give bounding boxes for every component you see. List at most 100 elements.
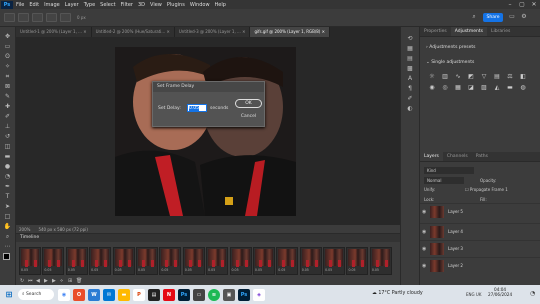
- single-adjustments-header[interactable]: ⌄ Single adjustments: [420, 60, 540, 73]
- menu-image[interactable]: Image: [44, 2, 60, 8]
- document-canvas[interactable]: [115, 47, 296, 216]
- prev-frame-icon[interactable]: ◀: [36, 278, 42, 284]
- timeline-frame[interactable]: 0.05: [135, 247, 158, 275]
- styles-icon[interactable]: ◐: [405, 105, 415, 112]
- frame-delay[interactable]: 0.05: [278, 268, 285, 272]
- gradient-map-icon[interactable]: ▬: [506, 84, 514, 91]
- play-icon[interactable]: ▶: [44, 278, 50, 284]
- spotify-icon[interactable]: ≋: [208, 288, 220, 301]
- weather-widget[interactable]: ☁ 17°C Partly cloudy: [372, 291, 423, 296]
- tab-layers[interactable]: Layers: [420, 152, 443, 161]
- stamp-tool-icon[interactable]: ⊥: [3, 123, 13, 130]
- menu-view[interactable]: View: [150, 2, 162, 8]
- eyedropper-tool-icon[interactable]: ✎: [3, 93, 13, 100]
- more-tools-icon[interactable]: ⋯: [3, 243, 13, 250]
- pen-tool-icon[interactable]: ✒: [3, 183, 13, 190]
- duplicate-frame-icon[interactable]: ⊞: [68, 278, 74, 284]
- character-icon[interactable]: A: [405, 75, 415, 82]
- timeline-frame[interactable]: 0.05: [89, 247, 112, 275]
- vibrance-icon[interactable]: ▽: [480, 73, 488, 80]
- frame-delay[interactable]: 0.05: [348, 268, 355, 272]
- exposure-icon[interactable]: ◩: [467, 73, 475, 80]
- layer-row[interactable]: ◉ Layer 5: [420, 203, 540, 219]
- cancel-button[interactable]: Cancel: [235, 112, 262, 121]
- timeline-frame[interactable]: 0.05: [346, 247, 369, 275]
- frame-delay[interactable]: 0.05: [185, 268, 192, 272]
- frame-delay[interactable]: 0.05: [44, 268, 51, 272]
- search-icon[interactable]: ⌕: [470, 13, 478, 22]
- tab-untitled-1[interactable]: Untitled-1 @ 200% (Layer 1, ... ✕: [16, 27, 92, 37]
- layer-row[interactable]: ◉ Layer 3: [420, 240, 540, 256]
- timeline-frame[interactable]: 0.05: [42, 247, 65, 275]
- ok-button[interactable]: OK: [235, 99, 262, 108]
- menu-3d[interactable]: 3D: [138, 2, 145, 8]
- notification-icon[interactable]: ◔: [530, 290, 535, 297]
- timeline-frame[interactable]: 0.05: [229, 247, 252, 275]
- workspace-icon[interactable]: ▭: [508, 13, 516, 22]
- gradient-tool-icon[interactable]: ▬: [3, 153, 13, 160]
- curves-icon[interactable]: ∿: [454, 73, 462, 80]
- dodge-tool-icon[interactable]: ◔: [3, 173, 13, 180]
- brush-tool-icon[interactable]: ✐: [3, 113, 13, 120]
- threshold-icon[interactable]: ◭: [493, 84, 501, 91]
- brushes-icon[interactable]: ✐: [405, 95, 415, 102]
- zoom-level[interactable]: 200%: [19, 227, 30, 232]
- layer-row[interactable]: ◉ Layer 2: [420, 257, 540, 273]
- tab-adjustments[interactable]: Adjustments: [450, 27, 487, 36]
- visibility-icon[interactable]: ◉: [422, 263, 430, 269]
- photo-filter-icon[interactable]: ◉: [428, 84, 436, 91]
- tab-untitled-3[interactable]: Untitled-3 @ 200% (Layer 1, ... ✕: [174, 27, 251, 37]
- tab-channels[interactable]: Channels: [443, 152, 472, 161]
- hand-tool-icon[interactable]: ✋: [3, 223, 13, 230]
- photoshop-taskbar-icon[interactable]: Ps: [178, 288, 190, 301]
- frame-delay[interactable]: 0.05: [325, 268, 332, 272]
- menu-file[interactable]: File: [16, 2, 24, 8]
- language-indicator[interactable]: ENG UK: [466, 292, 481, 297]
- marquee-tool-icon[interactable]: [18, 13, 29, 22]
- tween-icon[interactable]: ⋄: [60, 278, 66, 284]
- tab-gifs[interactable]: gifs.gif @ 200% (Layer 1, RGB/8) ✕: [250, 27, 330, 37]
- timeline-frame[interactable]: 0.05: [323, 247, 346, 275]
- frame-delay[interactable]: 0.05: [208, 268, 215, 272]
- frame-delay[interactable]: 0.05: [91, 268, 98, 272]
- clock[interactable]: 04:04 27/06/2024: [488, 287, 512, 297]
- word-icon[interactable]: W: [88, 288, 100, 301]
- foreground-color[interactable]: [3, 253, 10, 260]
- menu-type[interactable]: Type: [84, 2, 95, 8]
- tab-untitled-2[interactable]: Untitled-2 @ 200% (Hue/Saturati... ✕: [91, 27, 175, 37]
- netflix-icon[interactable]: N: [163, 288, 175, 301]
- app-icon[interactable]: ▤: [148, 288, 160, 301]
- windows-start-icon[interactable]: ⊞: [3, 289, 15, 301]
- timeline-frame[interactable]: 0.05: [252, 247, 275, 275]
- zoom-tool-icon[interactable]: ⌕: [3, 233, 13, 240]
- feather-value[interactable]: 0 px: [77, 15, 86, 20]
- timeline-frame[interactable]: 0.05: [276, 247, 299, 275]
- color-swatches[interactable]: [0, 253, 15, 269]
- timeline-frame[interactable]: 0.05: [112, 247, 135, 275]
- adjustments-presets-header[interactable]: › Adjustments presets: [420, 37, 540, 60]
- maximize-icon[interactable]: ▢: [516, 0, 528, 9]
- invert-icon[interactable]: ◪: [467, 84, 475, 91]
- channel-mixer-icon[interactable]: ◎: [441, 84, 449, 91]
- frame-delay[interactable]: 0.05: [21, 268, 28, 272]
- gradients-icon[interactable]: ▤: [405, 55, 415, 62]
- close-icon[interactable]: ✕: [528, 0, 540, 9]
- share-button[interactable]: Share: [483, 13, 503, 22]
- hue-saturation-icon[interactable]: ▤: [493, 73, 501, 80]
- frame-delay[interactable]: 0.05: [161, 268, 168, 272]
- rectangle-tool-icon[interactable]: □: [3, 213, 13, 220]
- magic-wand-tool-icon[interactable]: ✧: [3, 63, 13, 70]
- powerpoint-icon[interactable]: P: [133, 288, 145, 301]
- timeline-frame[interactable]: 0.05: [19, 247, 41, 275]
- lasso-tool-icon[interactable]: ʘ: [3, 53, 13, 60]
- tab-properties[interactable]: Properties: [420, 27, 451, 36]
- next-frame-icon[interactable]: ▶: [52, 278, 58, 284]
- path-selection-tool-icon[interactable]: ➤: [3, 203, 13, 210]
- tab-libraries[interactable]: Libraries: [487, 27, 514, 36]
- move-tool-icon[interactable]: ✥: [3, 33, 13, 40]
- patterns-icon[interactable]: ▩: [405, 65, 415, 72]
- home-icon[interactable]: [4, 13, 15, 22]
- history-icon[interactable]: ⟲: [405, 35, 415, 42]
- timeline-frame[interactable]: 0.05: [159, 247, 182, 275]
- frame-tool-icon[interactable]: ⊠: [3, 83, 13, 90]
